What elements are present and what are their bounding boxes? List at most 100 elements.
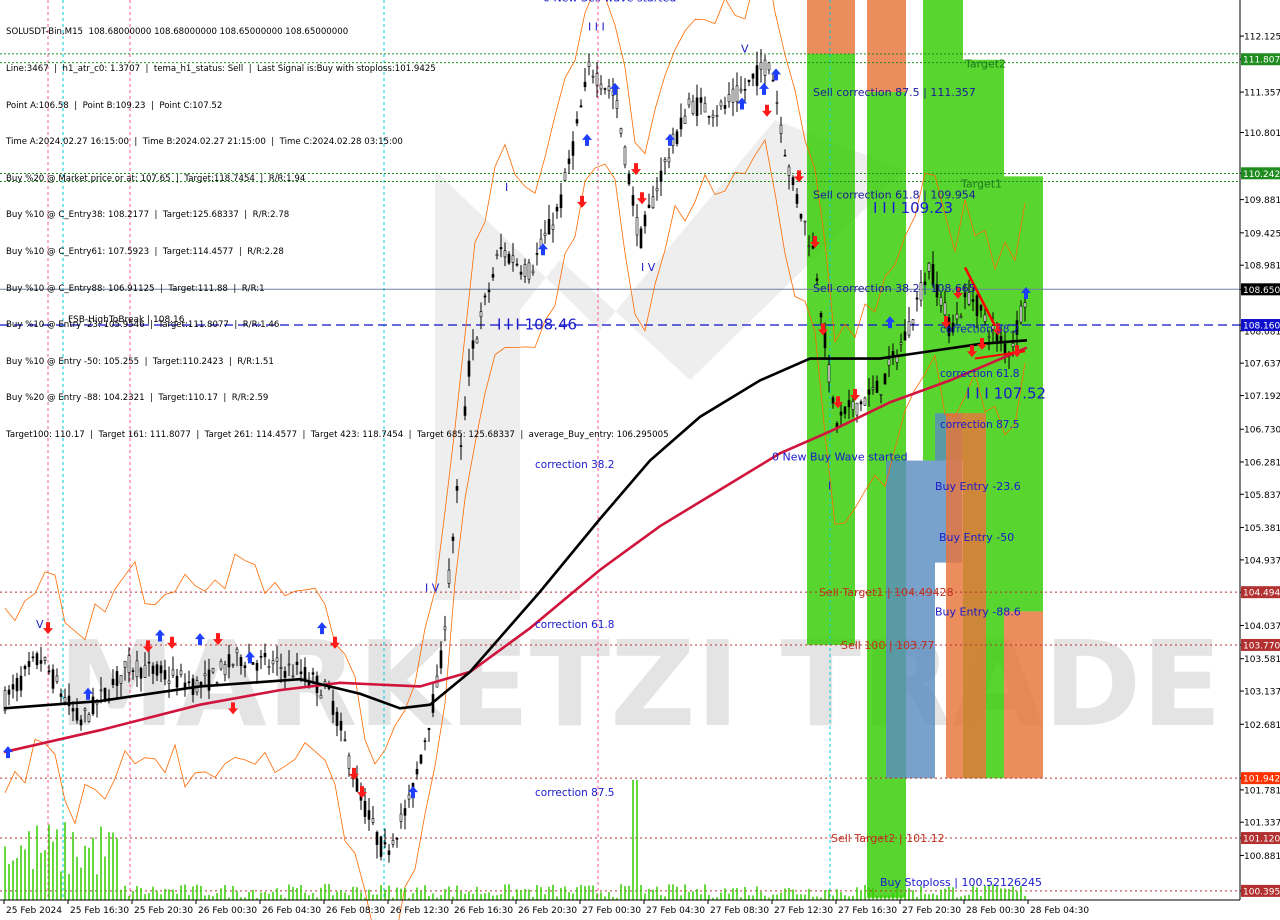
candle-body bbox=[699, 97, 703, 103]
candle-body bbox=[227, 654, 231, 668]
candle-body bbox=[255, 663, 259, 671]
candle-body bbox=[7, 689, 11, 695]
candle-body bbox=[367, 810, 371, 820]
candle-body bbox=[39, 660, 43, 664]
candle-body bbox=[235, 648, 239, 654]
zone-label: Buy Stoploss | 100.52126245 bbox=[880, 876, 1042, 889]
candle-body bbox=[687, 98, 691, 106]
y-tick-label: 102.681 bbox=[1244, 721, 1280, 731]
x-tick-label: 26 Feb 20:30 bbox=[518, 906, 577, 916]
candle-body bbox=[711, 114, 715, 118]
zone-label: Target1 bbox=[960, 178, 1002, 191]
candle-body bbox=[451, 536, 455, 541]
candle-body bbox=[927, 262, 931, 272]
price-tag-label: 108.160 bbox=[1243, 322, 1280, 332]
candle-body bbox=[879, 394, 883, 396]
candle-body bbox=[943, 302, 947, 316]
candle-body bbox=[915, 297, 919, 300]
x-tick-label: 26 Feb 08:30 bbox=[326, 906, 385, 916]
info-line: Time A:2024.02.27 16:15:00 | Time B:2024… bbox=[6, 137, 403, 148]
candle-body bbox=[311, 672, 315, 675]
y-tick-label: 109.881 bbox=[1244, 196, 1280, 206]
x-tick-label: 28 Feb 00:30 bbox=[966, 906, 1025, 916]
candle-body bbox=[703, 102, 707, 113]
candle-body bbox=[259, 656, 263, 658]
candle-body bbox=[1011, 343, 1015, 347]
candle-body bbox=[135, 660, 139, 677]
indicator-info-panel: SOLUSDT-Bin,M15 108.68000000 108.6800000… bbox=[6, 2, 669, 453]
x-tick-label: 25 Feb 16:30 bbox=[70, 906, 129, 916]
x-tick-label: 26 Feb 12:30 bbox=[390, 906, 449, 916]
candle-body bbox=[275, 657, 279, 662]
candle-body bbox=[743, 89, 747, 91]
candle-body bbox=[407, 794, 411, 800]
candle-body bbox=[123, 660, 127, 668]
candle-body bbox=[339, 720, 343, 731]
candle-body bbox=[691, 100, 695, 114]
candle-body bbox=[111, 678, 115, 685]
candle-body bbox=[803, 220, 807, 223]
candle-body bbox=[759, 62, 763, 70]
candle-body bbox=[119, 675, 123, 684]
candle-body bbox=[1019, 305, 1023, 323]
candle-body bbox=[47, 670, 51, 673]
y-tick-label: 101.781 bbox=[1244, 786, 1280, 796]
candle-body bbox=[811, 245, 815, 249]
candle-body bbox=[403, 808, 407, 816]
candle-body bbox=[127, 655, 131, 673]
candle-body bbox=[847, 400, 851, 408]
y-tick-label: 104.937 bbox=[1244, 556, 1280, 566]
candle-body bbox=[779, 124, 783, 134]
trade-zone bbox=[807, 53, 855, 645]
x-tick-label: 28 Feb 04:30 bbox=[1030, 906, 1089, 916]
y-tick-label: 103.581 bbox=[1244, 655, 1280, 665]
correction-label: correction 87.5 bbox=[535, 787, 614, 799]
y-tick-label: 107.192 bbox=[1244, 392, 1280, 402]
candle-body bbox=[959, 316, 963, 319]
trade-zone bbox=[1004, 611, 1043, 779]
candle-body bbox=[371, 818, 375, 823]
wave-label: I bbox=[828, 480, 831, 493]
x-tick-label: 26 Feb 16:30 bbox=[454, 906, 513, 916]
info-line: Point A:106.58 | Point B:109.23 | Point … bbox=[6, 100, 223, 111]
candle-body bbox=[91, 696, 95, 715]
candle-body bbox=[787, 166, 791, 176]
candle-body bbox=[147, 661, 151, 664]
candle-body bbox=[899, 342, 903, 345]
candle-body bbox=[319, 694, 323, 699]
wave-label: 0 New Buy Wave started bbox=[772, 451, 908, 464]
y-tick-label: 106.281 bbox=[1244, 458, 1280, 468]
sell-arrow bbox=[762, 104, 772, 117]
candle-body bbox=[851, 401, 855, 410]
candle-body bbox=[27, 661, 31, 667]
y-tick-label: 109.425 bbox=[1244, 229, 1280, 239]
zone-label: Sell Target1 | 104.49428 bbox=[819, 586, 954, 599]
candle-body bbox=[71, 708, 75, 712]
candle-body bbox=[955, 313, 959, 320]
candle-body bbox=[179, 670, 183, 675]
candle-body bbox=[679, 117, 683, 130]
candle-body bbox=[87, 714, 91, 722]
candle-body bbox=[203, 673, 207, 677]
candle-body bbox=[211, 667, 215, 673]
y-tick-label: 104.037 bbox=[1244, 622, 1280, 632]
candle-body bbox=[239, 657, 243, 667]
candle-body bbox=[939, 297, 943, 306]
candle-body bbox=[999, 336, 1003, 342]
y-axis: 112.125 111.807 111.357 110.801 110.242 109.8… bbox=[1239, 0, 1280, 900]
candle-body bbox=[1003, 343, 1007, 354]
candle-body bbox=[859, 401, 863, 405]
candle-body bbox=[419, 754, 423, 764]
candle-body bbox=[727, 94, 731, 103]
candle-body bbox=[131, 670, 135, 672]
candle-body bbox=[355, 778, 359, 792]
candle-body bbox=[383, 842, 387, 845]
candle-body bbox=[979, 305, 983, 311]
correction-label: correction 61.8 bbox=[535, 619, 614, 631]
candle-body bbox=[911, 319, 915, 325]
candle-body bbox=[51, 669, 55, 689]
candle-body bbox=[299, 671, 303, 675]
candle-body bbox=[103, 687, 107, 699]
candle-body bbox=[695, 97, 699, 116]
candle-body bbox=[751, 73, 755, 79]
